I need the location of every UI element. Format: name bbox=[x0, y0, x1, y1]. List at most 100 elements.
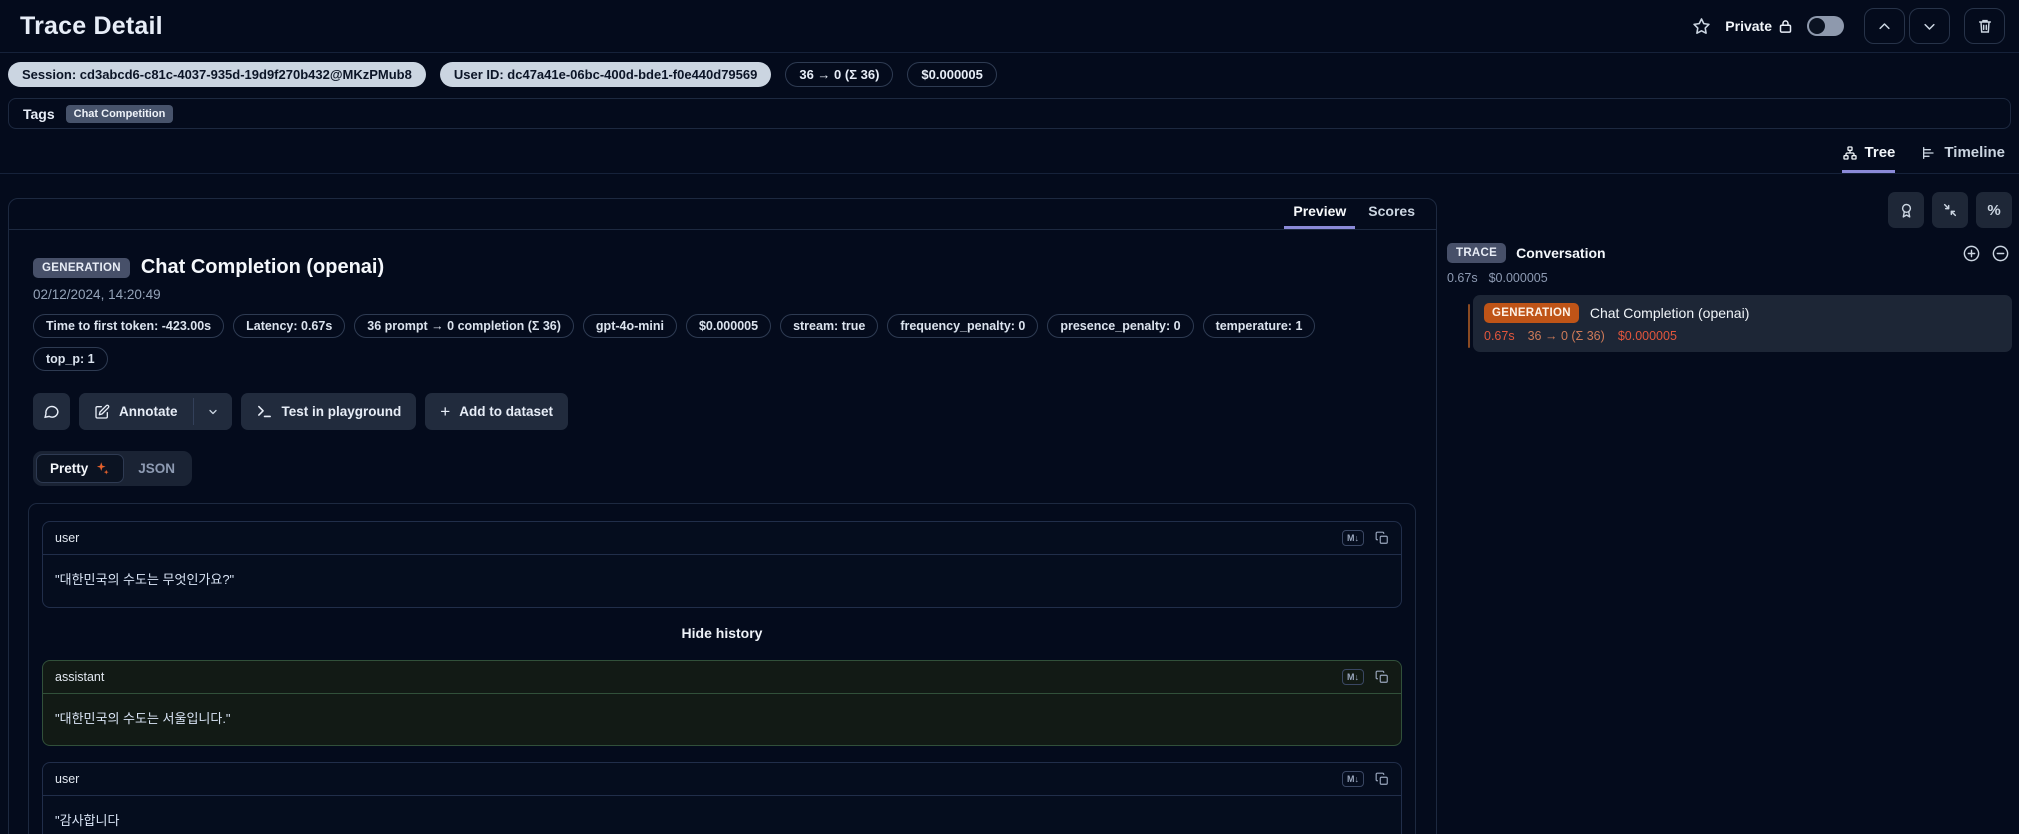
token-usage-badge: 36 → 0 (Σ 36) bbox=[785, 62, 894, 87]
percent-icon: % bbox=[1987, 201, 2001, 219]
trace-badge: TRACE bbox=[1447, 243, 1507, 263]
content-area: Preview Scores GENERATION Chat Completio… bbox=[0, 174, 2019, 834]
previous-trace-button[interactable] bbox=[1864, 8, 1905, 44]
observation-header: GENERATION Chat Completion (openai) 02/1… bbox=[9, 230, 1436, 302]
generation-title: Chat Completion (openai) bbox=[1589, 305, 1750, 321]
bookmark-star-button[interactable] bbox=[1692, 17, 1711, 36]
copy-icon[interactable] bbox=[1375, 772, 1389, 786]
generation-badge: GENERATION bbox=[1484, 303, 1579, 323]
obs-cost-badge: $0.000005 bbox=[685, 314, 772, 338]
generation-latency: 0.67s bbox=[1484, 329, 1515, 343]
cost-badge: $0.000005 bbox=[907, 62, 997, 87]
tree-node-trace[interactable]: TRACE Conversation bbox=[1445, 241, 2012, 265]
observation-card: Preview Scores GENERATION Chat Completio… bbox=[8, 198, 1437, 834]
message-assistant: assistant M↓ "대한민국의 수도는 서울입니다." bbox=[42, 659, 1402, 746]
user-id-badge[interactable]: User ID: dc47a41e-06bc-400d-bde1-f0e440d… bbox=[439, 62, 772, 87]
message-content: "감사합니다 " bbox=[55, 813, 120, 834]
annotate-button[interactable]: Annotate bbox=[79, 393, 193, 430]
io-messages-container: user M↓ "대한민국의 수도는 무엇인가요?" Hide history … bbox=[28, 503, 1416, 834]
observation-title: Chat Completion (openai) bbox=[140, 256, 385, 278]
collapse-all-button[interactable] bbox=[1991, 244, 2010, 263]
tree-icon bbox=[1842, 145, 1858, 161]
tab-scores[interactable]: Scores bbox=[1359, 203, 1424, 229]
award-icon bbox=[1898, 202, 1915, 219]
markdown-toggle-icon[interactable]: M↓ bbox=[1342, 771, 1364, 787]
hide-history-button[interactable]: Hide history bbox=[682, 625, 763, 641]
trace-latency: 0.67s bbox=[1447, 271, 1478, 285]
timeline-icon bbox=[1921, 145, 1937, 161]
model-badge: gpt-4o-mini bbox=[582, 314, 677, 338]
tags-label: Tags bbox=[23, 105, 55, 122]
annotate-dropdown-button[interactable] bbox=[193, 393, 232, 430]
trace-tree-panel: % TRACE Conversation 0.67s $0.000005 GEN… bbox=[1445, 174, 2012, 352]
presence-penalty-badge: presence_penalty: 0 bbox=[1047, 314, 1194, 338]
show-scores-button[interactable] bbox=[1888, 192, 1924, 228]
frequency-penalty-badge: frequency_penalty: 0 bbox=[887, 314, 1039, 338]
playground-button[interactable]: Test in playground bbox=[240, 393, 417, 430]
comments-button[interactable] bbox=[33, 393, 70, 430]
tags-section[interactable]: Tags Chat Competition bbox=[8, 98, 2011, 129]
observation-badges-row2: top_p: 1 bbox=[9, 347, 1436, 371]
trash-icon bbox=[1977, 18, 1993, 34]
lock-icon bbox=[1778, 19, 1793, 34]
generation-metrics: 0.67s 36 → 0 (Σ 36) $0.000005 bbox=[1484, 329, 2001, 343]
annotate-label: Annotate bbox=[119, 404, 178, 419]
trace-title: Conversation bbox=[1516, 245, 1606, 261]
pretty-tab[interactable]: Pretty bbox=[36, 454, 125, 483]
add-to-dataset-button[interactable]: + Add to dataset bbox=[425, 393, 568, 430]
tab-tree[interactable]: Tree bbox=[1841, 144, 1896, 173]
message-user-2: user M↓ "감사합니다 " bbox=[42, 762, 1402, 834]
temperature-badge: temperature: 1 bbox=[1202, 314, 1316, 338]
minus-circle-icon bbox=[1991, 244, 2010, 263]
token-detail-badge: 36 prompt → 0 completion (Σ 36) bbox=[354, 314, 574, 338]
trace-cost: $0.000005 bbox=[1488, 271, 1548, 285]
collapse-tree-button[interactable] bbox=[1932, 192, 1968, 228]
observation-badges-row1: Time to first token: -423.00s Latency: 0… bbox=[9, 314, 1436, 338]
terminal-icon bbox=[256, 403, 273, 420]
tag-chat-competition[interactable]: Chat Competition bbox=[65, 104, 174, 123]
markdown-toggle-icon[interactable]: M↓ bbox=[1342, 530, 1364, 546]
tree-node-generation[interactable]: GENERATION Chat Completion (openai) 0.67… bbox=[1473, 295, 2012, 352]
json-tab[interactable]: JSON bbox=[124, 454, 189, 483]
privacy-label: Private bbox=[1725, 18, 1772, 34]
io-format-toggle: Pretty JSON bbox=[33, 451, 193, 486]
expand-all-button[interactable] bbox=[1962, 244, 1981, 263]
tab-timeline-label: Timeline bbox=[1944, 144, 2005, 161]
session-badge[interactable]: Session: cd3abcd6-c81c-4037-935d-19d9f27… bbox=[8, 62, 426, 87]
trace-tree: TRACE Conversation 0.67s $0.000005 GENER… bbox=[1445, 241, 2012, 352]
chevron-down-icon bbox=[1922, 19, 1937, 34]
copy-icon[interactable] bbox=[1375, 531, 1389, 545]
delete-trace-button[interactable] bbox=[1964, 8, 2005, 44]
playground-label: Test in playground bbox=[281, 404, 402, 419]
message-content: "대한민국의 수도는 무엇인가요?" bbox=[55, 572, 235, 587]
generation-cost: $0.000005 bbox=[1617, 329, 1677, 343]
latency-badge: Latency: 0.67s bbox=[233, 314, 346, 338]
page-title: Trace Detail bbox=[20, 11, 163, 40]
copy-icon[interactable] bbox=[1375, 670, 1389, 684]
tab-timeline[interactable]: Timeline bbox=[1921, 144, 2005, 173]
private-toggle[interactable] bbox=[1807, 16, 1844, 36]
tab-tree-label: Tree bbox=[1864, 144, 1896, 161]
message-role: assistant bbox=[55, 669, 105, 684]
observation-timestamp: 02/12/2024, 14:20:49 bbox=[33, 287, 161, 302]
ttft-badge: Time to first token: -423.00s bbox=[33, 314, 225, 338]
tab-preview[interactable]: Preview bbox=[1284, 203, 1356, 229]
star-icon bbox=[1692, 17, 1711, 36]
next-trace-button[interactable] bbox=[1909, 8, 1950, 44]
message-role: user bbox=[55, 772, 80, 786]
trace-metrics: 0.67s $0.000005 bbox=[1445, 271, 2012, 285]
plus-icon: + bbox=[440, 401, 451, 421]
view-tabs: Tree Timeline bbox=[0, 129, 2019, 174]
actions-row: Annotate Test in playground + Add to dat… bbox=[9, 393, 1436, 430]
page-header: Trace Detail Private bbox=[0, 0, 2019, 53]
collapse-icon bbox=[1942, 202, 1958, 218]
tree-indent-guide bbox=[1468, 304, 1470, 348]
edit-icon bbox=[94, 404, 110, 420]
toggle-metrics-button[interactable]: % bbox=[1976, 192, 2012, 228]
generation-tokens: 36 → 0 (Σ 36) bbox=[1527, 329, 1605, 343]
privacy-status: Private bbox=[1725, 18, 1793, 34]
sparkles-icon bbox=[95, 461, 110, 476]
message-role: user bbox=[55, 531, 80, 545]
markdown-toggle-icon[interactable]: M↓ bbox=[1342, 668, 1364, 685]
comment-icon bbox=[43, 403, 60, 420]
